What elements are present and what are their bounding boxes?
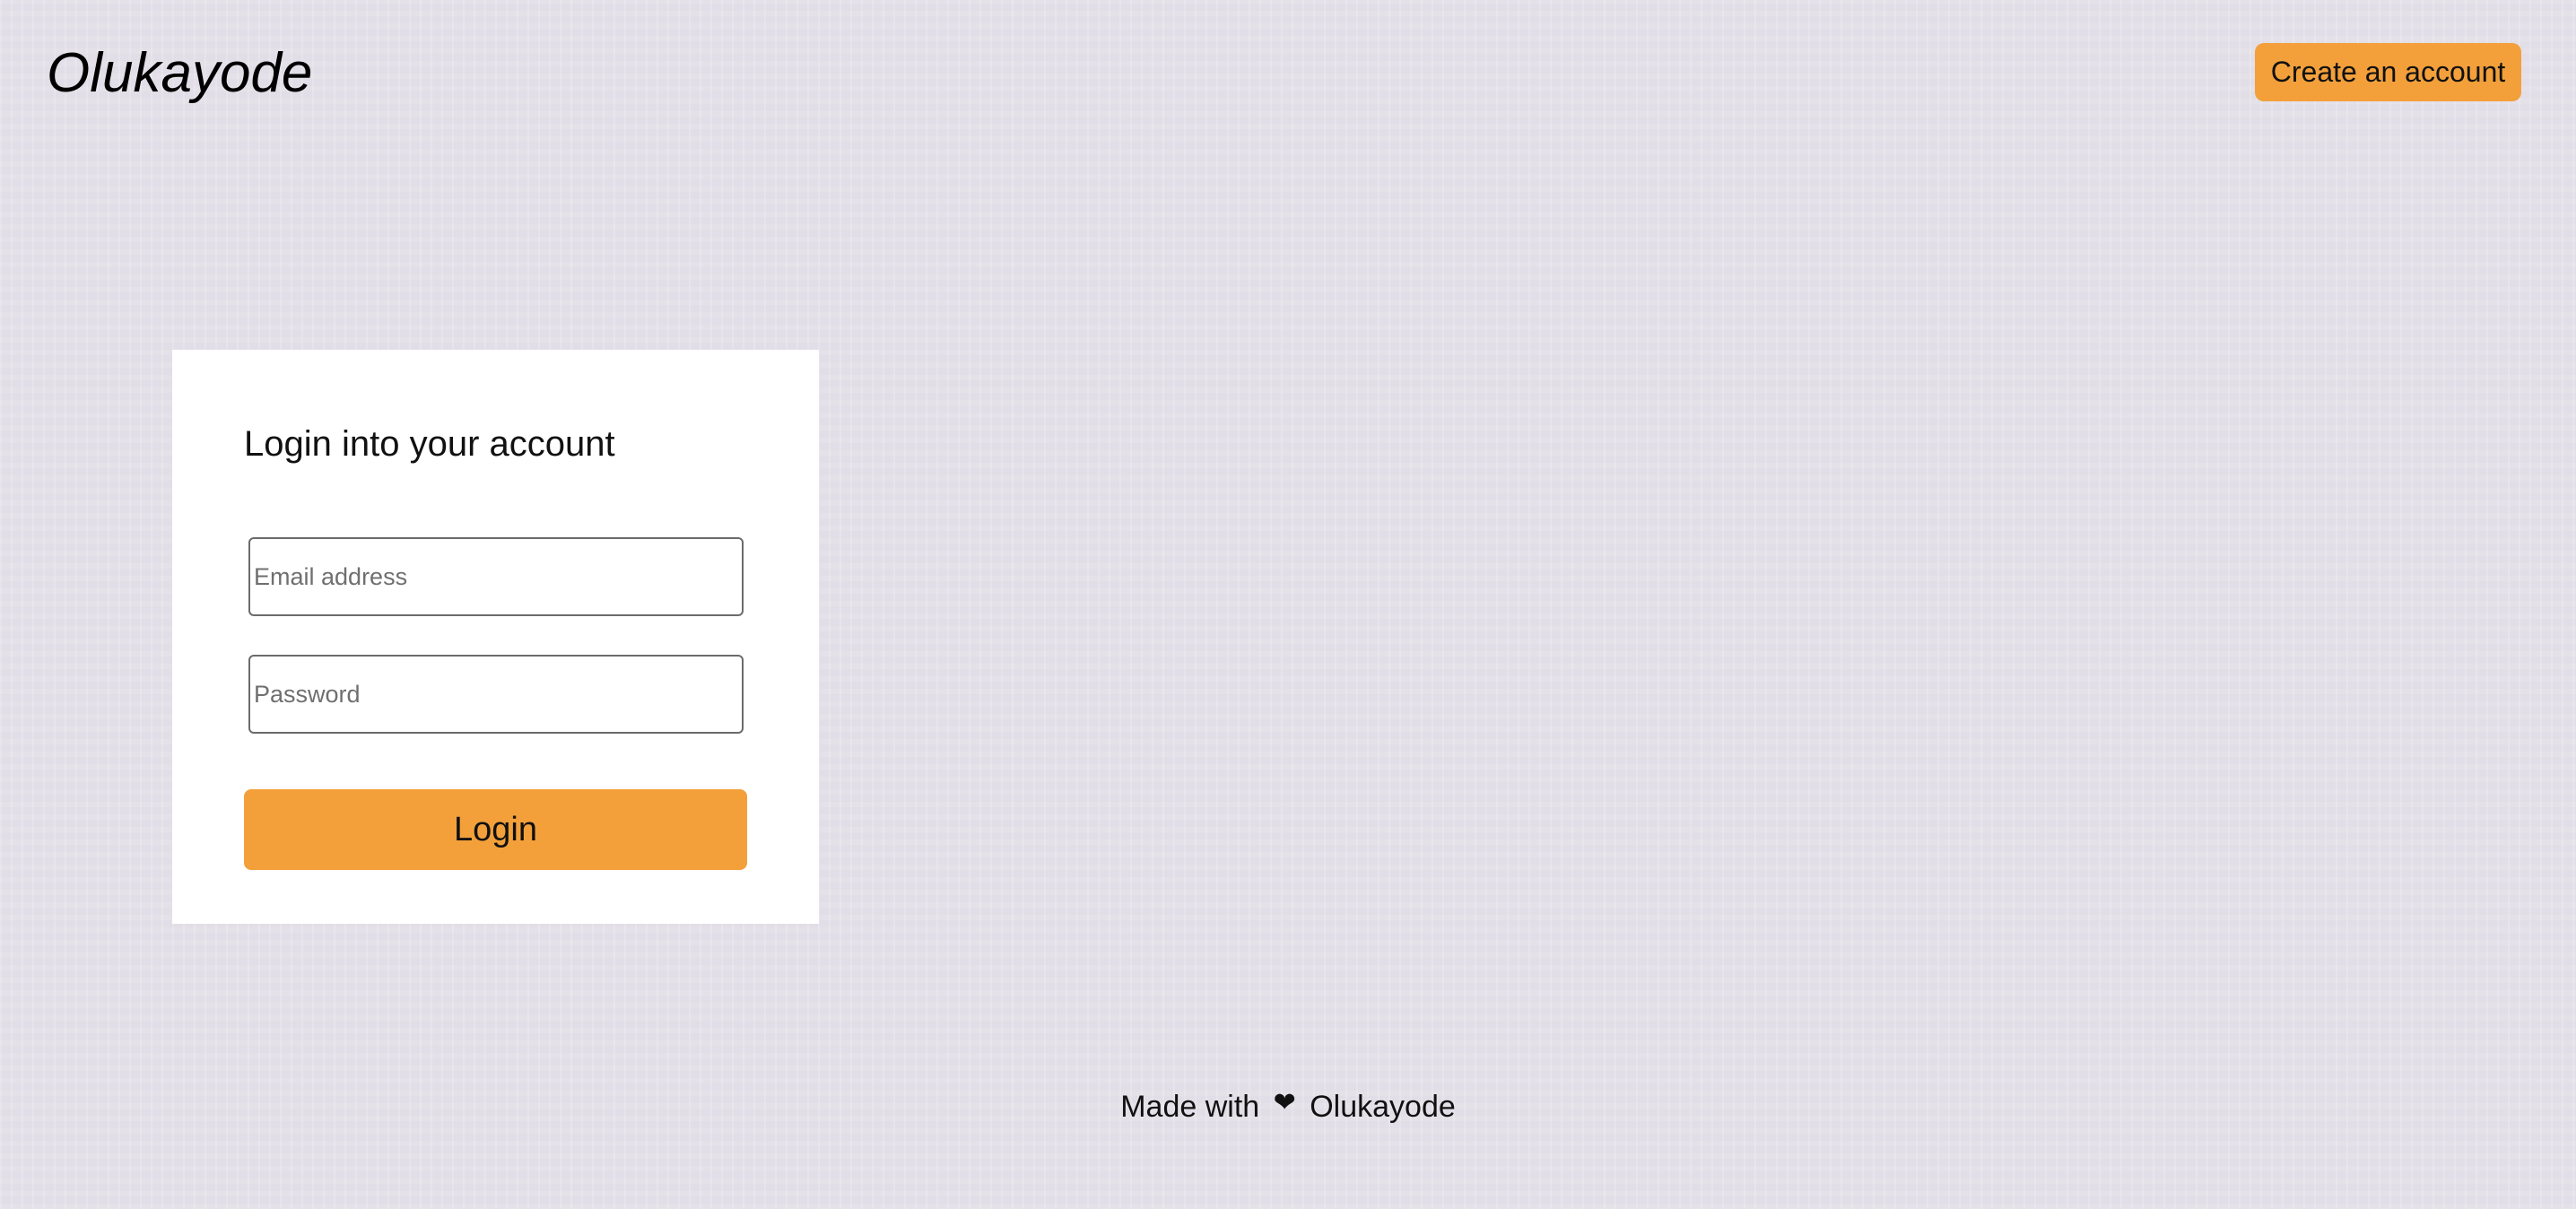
footer: Made with ❤ Olukayode <box>0 1081 2576 1129</box>
login-button[interactable]: Login <box>244 789 747 870</box>
email-field[interactable] <box>248 537 744 616</box>
login-title: Login into your account <box>244 424 615 464</box>
brand-logo: Olukayode <box>47 42 313 104</box>
footer-made-with: Made with <box>1120 1090 1260 1124</box>
heart-icon: ❤ <box>1273 1088 1296 1118</box>
password-field[interactable] <box>248 655 744 734</box>
login-card: Login into your account Login <box>172 350 819 924</box>
create-account-button[interactable]: Create an account <box>2255 43 2521 101</box>
footer-author: Olukayode <box>1310 1090 1456 1124</box>
